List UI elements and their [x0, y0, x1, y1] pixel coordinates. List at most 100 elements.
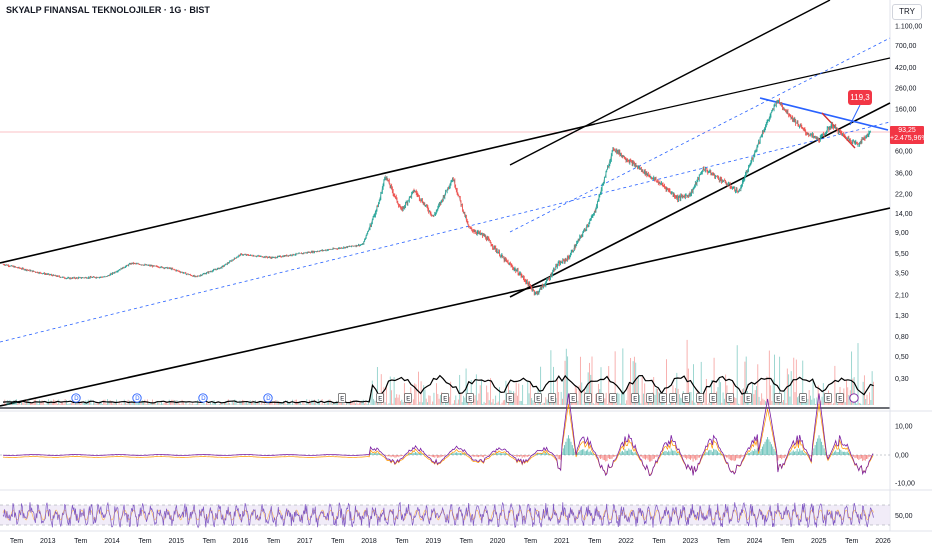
- volume-bar: [463, 395, 464, 405]
- volume-bar: [477, 400, 479, 405]
- currency-selector[interactable]: TRY: [892, 4, 922, 20]
- volume-bar: [424, 389, 426, 405]
- volume-bar: [271, 402, 273, 405]
- volume-bar: [10, 403, 12, 405]
- volume-bar: [546, 399, 548, 405]
- volume-bar: [199, 404, 201, 405]
- volume-bar: [739, 404, 741, 405]
- chart-canvas[interactable]: 1.100,00 700,00 420,00 260,00 160,00 60,00 36,…: [0, 0, 932, 550]
- volume-bar: [536, 403, 538, 405]
- volume-bar: [640, 403, 642, 405]
- x-tick-label: Tem: [395, 538, 408, 545]
- volume-bar: [717, 387, 719, 405]
- volume-bar: [188, 404, 189, 405]
- volume-bar: [226, 403, 228, 405]
- volume-bar: [91, 404, 93, 405]
- earnings-marker-label: E: [648, 397, 652, 403]
- split-marker: [849, 393, 859, 403]
- volume-bar: [867, 404, 869, 405]
- volume-bar: [624, 403, 626, 405]
- volume-bar: [533, 403, 535, 405]
- volume-bar: [136, 402, 138, 405]
- volume-bar: [153, 403, 155, 405]
- earnings-marker-label: E: [378, 397, 382, 403]
- last-price-value: 93,25: [898, 127, 916, 134]
- volume-bar: [44, 404, 46, 405]
- volume-bar: [448, 396, 450, 405]
- volume-bar: [358, 402, 360, 405]
- volume-bar: [278, 401, 279, 405]
- x-tick-label: 2019: [426, 538, 442, 545]
- volume-bar: [621, 391, 623, 405]
- volume-bar: [626, 400, 628, 405]
- volume-bar: [658, 392, 660, 405]
- y-tick-label: 420,00: [895, 65, 917, 72]
- volume-bar: [551, 402, 553, 405]
- volume-bar: [623, 392, 625, 405]
- volume-bar: [436, 383, 437, 405]
- volume-bar: [412, 399, 414, 405]
- volume-bar: [645, 402, 647, 405]
- earnings-marker-label: E: [838, 397, 842, 403]
- volume-bar: [167, 403, 169, 405]
- volume-bar: [784, 390, 786, 405]
- volume-bar: [117, 404, 119, 405]
- volume-bar: [815, 404, 817, 405]
- volume-bar: [56, 403, 58, 405]
- x-tick-label: 2017: [297, 538, 313, 545]
- volume-bar: [184, 404, 186, 405]
- volume-bar: [756, 386, 757, 405]
- volume-bar: [741, 389, 743, 405]
- y-tick-label: 14,00: [895, 211, 913, 218]
- volume-bar: [618, 393, 620, 405]
- volume-bar: [469, 403, 471, 405]
- volume-bar: [807, 399, 809, 405]
- volume-bar: [200, 404, 202, 405]
- volume-bar: [504, 399, 506, 405]
- volume-bar: [479, 385, 481, 405]
- volume-bar: [17, 403, 19, 405]
- earnings-marker-label: E: [746, 397, 750, 403]
- x-tick-label: 2013: [40, 538, 56, 545]
- volume-bar: [307, 403, 309, 405]
- x-tick-label: 2026: [875, 538, 891, 545]
- volume-bar: [582, 404, 584, 405]
- volume-bar: [478, 393, 480, 405]
- volume-bar: [695, 404, 697, 405]
- x-tick-label: Tem: [267, 538, 280, 545]
- volume-bar: [95, 403, 97, 405]
- volume-bar: [515, 382, 517, 405]
- volume-bar: [608, 366, 610, 405]
- volume-bar: [523, 404, 525, 405]
- volume-bar: [729, 403, 730, 405]
- volume-bar: [18, 403, 20, 405]
- candles: [2, 98, 871, 296]
- volume-bar: [844, 402, 846, 405]
- volume-bar: [316, 404, 318, 405]
- volume-bar: [239, 400, 241, 405]
- volume-bar: [628, 382, 630, 405]
- volume-bar: [524, 404, 526, 405]
- volume-bar: [272, 404, 274, 405]
- volume-bar: [356, 402, 358, 405]
- volume-bar: [162, 403, 164, 405]
- earnings-marker-label: E: [698, 397, 702, 403]
- volume-bar: [238, 404, 240, 405]
- volume-bar: [690, 392, 692, 405]
- x-tick-label: Tem: [10, 538, 23, 545]
- volume-bar: [457, 399, 459, 405]
- volume-bar: [80, 403, 82, 405]
- volume-bar: [677, 388, 679, 405]
- volume-bar: [451, 404, 453, 405]
- volume-bar: [529, 383, 531, 405]
- volume-bar: [207, 403, 209, 405]
- volume-bar: [622, 348, 624, 405]
- volume-bar: [564, 360, 566, 405]
- volume-bar: [785, 403, 787, 405]
- y-tick-label: 36,00: [895, 170, 913, 177]
- x-tick-label: Tem: [460, 538, 473, 545]
- volume-bar: [520, 401, 522, 405]
- volume-bar: [121, 403, 123, 405]
- macd-line: [2, 393, 874, 477]
- volume-bar: [49, 403, 51, 405]
